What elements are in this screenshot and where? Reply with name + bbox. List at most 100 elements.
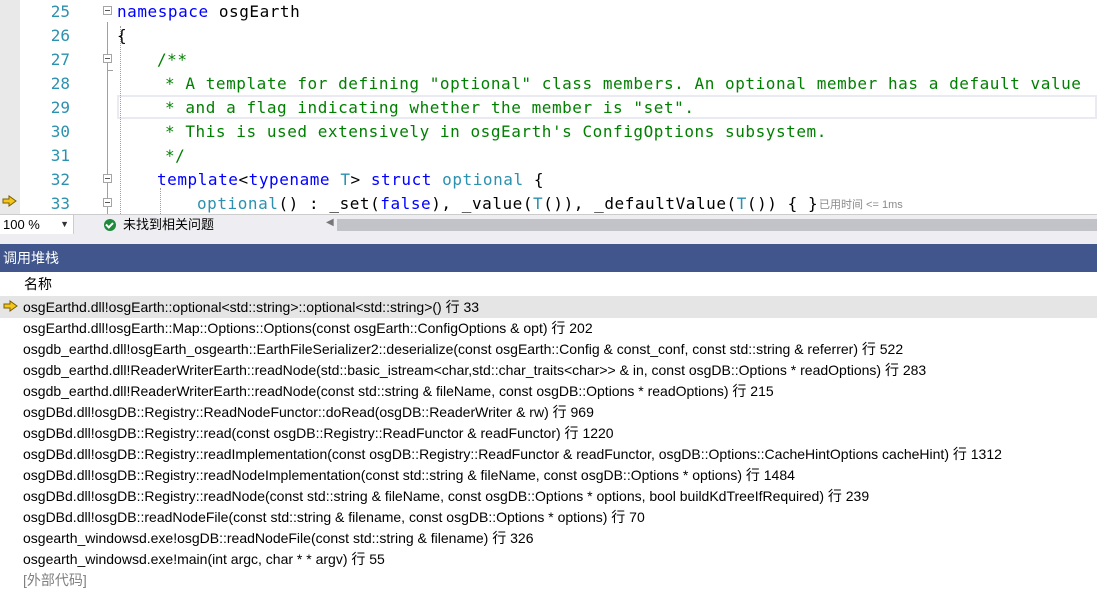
line-number: 28 [50, 74, 70, 93]
code-editor[interactable]: 25 namespace osgEarth 26 {27 /** 28 * A templa… [0, 0, 1097, 214]
frame-text: osgEarthd.dll!osgEarth::optional<std::st… [23, 299, 480, 315]
callstack-frame[interactable]: osgDBd.dll!osgDB::Registry::ReadNodeFunc… [0, 402, 1097, 423]
code-token: false [380, 194, 432, 213]
callstack-frame[interactable]: osgearth_windowsd.exe!osgDB::readNodeFil… [0, 528, 1097, 549]
callstack-frame[interactable]: osgDBd.dll!osgDB::Registry::readNodeImpl… [0, 465, 1097, 486]
code-token: typename [248, 170, 331, 189]
code-line[interactable]: 29 * and a flag indicating whether the me… [0, 96, 1097, 120]
panel-divider[interactable] [0, 234, 1097, 244]
callstack-frame[interactable]: osgDBd.dll!osgDB::readNodeFile(const std… [0, 507, 1097, 528]
scroll-left-icon[interactable]: ◀ [326, 217, 334, 228]
frame-text: osgdb_earthd.dll!ReaderWriterEarth::read… [23, 362, 927, 378]
code-text: optional() : _set(false), _value(T()), _… [197, 194, 818, 214]
column-header-label: 名称 [24, 276, 52, 292]
callstack-frame[interactable]: osgEarthd.dll!osgEarth::Map::Options::Op… [0, 318, 1097, 339]
code-token: ), _value( [431, 194, 534, 213]
code-token: { [117, 26, 128, 45]
callstack-external-code[interactable]: [外部代码] [0, 570, 1097, 591]
code-token: osgEarth [208, 2, 301, 21]
collapse-icon[interactable] [103, 198, 112, 207]
callstack-frame[interactable]: osgdb_earthd.dll!ReaderWriterEarth::read… [0, 360, 1097, 381]
code-token: struct [370, 170, 432, 189]
frame-text: osgdb_earthd.dll!ReaderWriterEarth::read… [23, 383, 774, 399]
line-number: 25 [50, 2, 70, 21]
current-frame-pointer-icon [3, 300, 18, 312]
collapse-icon[interactable] [103, 174, 112, 183]
code-token: optional [442, 170, 524, 189]
code-token: * A template for defining "optional" cla… [165, 74, 1082, 93]
frame-text: osgDBd.dll!osgDB::Registry::readNodeImpl… [23, 467, 795, 483]
code-token: * This is used extensively in osgEarth's… [165, 122, 827, 141]
line-number: 33 [50, 194, 70, 213]
callstack-frame[interactable]: osgEarthd.dll!osgEarth::optional<std::st… [0, 297, 1097, 318]
frame-text: osgDBd.dll!osgDB::readNodeFile(const std… [23, 509, 645, 525]
chevron-down-icon: ▼ [60, 219, 69, 229]
callstack-list: osgEarthd.dll!osgEarth::optional<std::st… [0, 297, 1097, 591]
frame-text: osgearth_windowsd.exe!osgDB::readNodeFil… [23, 530, 534, 546]
callstack-panel-title: 调用堆栈 [0, 244, 1097, 272]
callstack-frame[interactable]: osgDBd.dll!osgDB::Registry::read(const o… [0, 423, 1097, 444]
code-line[interactable]: 26 { [0, 24, 1097, 48]
issues-status[interactable]: 未找到相关问题 [123, 215, 214, 235]
code-token: < [238, 170, 249, 189]
line-number: 30 [50, 122, 70, 141]
code-line[interactable]: 31 */ [0, 144, 1097, 168]
frame-text: osgDBd.dll!osgDB::Registry::readImplemen… [23, 446, 1002, 462]
code-text: { [117, 26, 127, 46]
code-text: /** [157, 50, 188, 70]
code-text: namespace osgEarth [117, 2, 300, 22]
code-text: */ [165, 146, 185, 166]
callstack-frame[interactable]: osgDBd.dll!osgDB::Registry::readNode(con… [0, 486, 1097, 507]
line-number: 32 [50, 170, 70, 189]
code-text: template<typename T> struct optional { [157, 170, 544, 190]
check-circle-icon [104, 219, 116, 231]
line-number: 27 [50, 50, 70, 69]
collapse-icon[interactable] [103, 6, 112, 15]
line-number: 29 [50, 98, 70, 117]
callstack-frame[interactable]: osgdb_earthd.dll!ReaderWriterEarth::read… [0, 381, 1097, 402]
frame-text: osgEarthd.dll!osgEarth::Map::Options::Op… [23, 320, 593, 336]
code-token: namespace [117, 2, 209, 21]
code-line[interactable]: 25 namespace osgEarth [0, 0, 1097, 24]
frame-text: [外部代码] [23, 572, 87, 588]
code-token: ()), _defaultValue( [543, 194, 737, 213]
execution-pointer-icon [2, 195, 17, 207]
frame-text: osgDBd.dll!osgDB::Registry::read(const o… [23, 425, 614, 441]
frame-text: osgDBd.dll!osgDB::Registry::ReadNodeFunc… [23, 404, 594, 420]
code-text: * A template for defining "optional" cla… [165, 74, 1081, 94]
code-token: () : _set( [278, 194, 381, 213]
frame-text: osgearth_windowsd.exe!main(int argc, cha… [23, 551, 385, 567]
code-token: template [157, 170, 239, 189]
callstack-frame[interactable]: osgdb_earthd.dll!osgEarth_osgearth::Eart… [0, 339, 1097, 360]
code-line[interactable]: 30 * This is used extensively in osgEarth… [0, 120, 1097, 144]
code-text: * This is used extensively in osgEarth's… [165, 122, 827, 142]
code-line[interactable]: 27 /** [0, 48, 1097, 72]
code-token: T [736, 194, 747, 213]
code-token: { [523, 170, 545, 189]
code-line[interactable]: 32 template<typename T> struct optional { [0, 168, 1097, 192]
frame-text: osgdb_earthd.dll!osgEarth_osgearth::Eart… [23, 341, 904, 357]
callstack-frame[interactable]: osgDBd.dll!osgDB::Registry::readImplemen… [0, 444, 1097, 465]
frame-text: osgDBd.dll!osgDB::Registry::readNode(con… [23, 488, 870, 504]
code-token: /** [157, 50, 188, 69]
code-line[interactable]: 33 optional() : _set(false), _value(T()),… [0, 192, 1097, 214]
code-token: T [340, 170, 351, 189]
collapse-icon[interactable] [103, 54, 112, 63]
zoom-value: 100 % [3, 217, 40, 232]
editor-status-bar: 100 % ▼ 未找到相关问题 ◀ [0, 214, 1097, 235]
code-token: optional [197, 194, 279, 213]
horizontal-scrollbar-thumb[interactable] [337, 219, 1097, 231]
elapsed-time-hint: 已用时间 <= 1ms [819, 199, 903, 211]
code-line[interactable]: 28 * A template for defining "optional" c… [0, 72, 1097, 96]
line-number: 31 [50, 146, 70, 165]
zoom-dropdown[interactable]: 100 % ▼ [0, 215, 74, 234]
code-token: */ [165, 146, 186, 165]
line-number: 26 [50, 26, 70, 45]
callstack-frame[interactable]: osgearth_windowsd.exe!main(int argc, cha… [0, 549, 1097, 570]
code-token: ()) { } [746, 194, 819, 213]
column-header-name[interactable]: 名称 [0, 272, 1097, 297]
code-token: > [350, 170, 371, 189]
code-token: T [533, 194, 544, 213]
